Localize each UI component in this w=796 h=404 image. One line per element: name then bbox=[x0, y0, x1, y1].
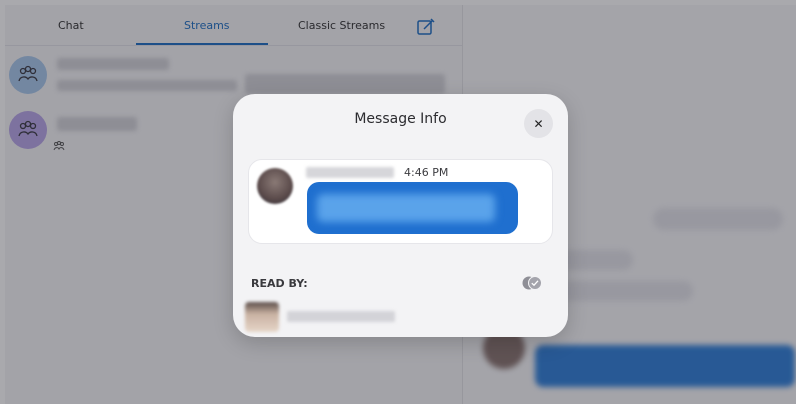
read-by-label: READ BY: bbox=[251, 277, 308, 290]
close-icon: ✕ bbox=[533, 116, 544, 131]
message-timestamp: 4:46 PM bbox=[404, 166, 449, 179]
reader-name-redacted bbox=[287, 311, 395, 322]
message-bubble bbox=[307, 182, 518, 234]
message-info-dialog: Message Info ✕ 4:46 PM READ BY: bbox=[233, 94, 568, 337]
dialog-title: Message Info bbox=[354, 111, 447, 127]
message-text-redacted bbox=[317, 194, 495, 222]
reader-row bbox=[245, 299, 555, 332]
double-check-icon bbox=[522, 276, 542, 290]
avatar bbox=[257, 168, 293, 204]
message-card: 4:46 PM bbox=[248, 159, 553, 244]
close-button[interactable]: ✕ bbox=[524, 109, 553, 138]
sender-name-redacted bbox=[306, 167, 394, 178]
avatar bbox=[245, 302, 279, 332]
